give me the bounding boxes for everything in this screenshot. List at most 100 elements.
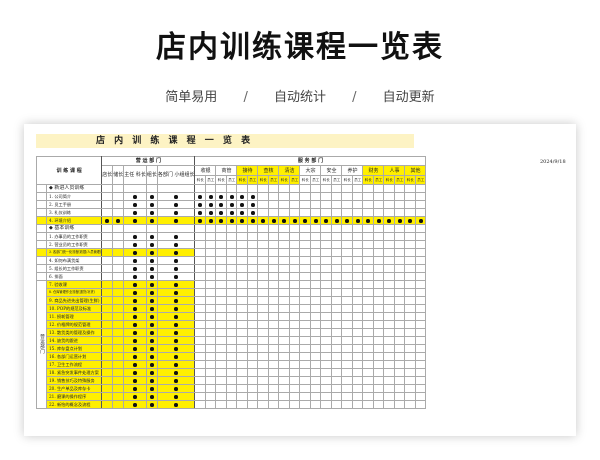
grid-cell	[156, 288, 196, 297]
grid-cell	[310, 184, 322, 193]
grid-cell	[362, 200, 374, 209]
grid-cell	[331, 296, 343, 305]
grid-cell	[320, 224, 332, 233]
grid-cell	[194, 216, 206, 225]
check-dot-icon	[133, 403, 137, 407]
grid-cell	[278, 200, 290, 209]
check-dot-icon	[133, 267, 137, 271]
grid-cell	[226, 328, 238, 337]
course-row: 6. 排面	[36, 272, 427, 281]
grid-cell	[373, 336, 385, 345]
grid-cell	[112, 392, 125, 401]
grid-cell	[268, 208, 280, 217]
course-name: 16. 各部门运营计划	[45, 352, 103, 361]
grid-cell	[257, 216, 269, 225]
grid-cell	[215, 312, 227, 321]
grid-cell	[310, 392, 322, 401]
grid-cell	[373, 224, 385, 233]
grid-cell	[415, 344, 427, 353]
grid-cell	[268, 296, 280, 305]
grid-cell	[278, 248, 290, 257]
grid-cell	[331, 392, 343, 401]
tag-easy: 简单易用	[165, 90, 218, 105]
grid-cell	[299, 304, 311, 313]
grid-cell	[404, 280, 416, 289]
sheet-title: 店 内 训 练 课 程 一 览 表	[36, 134, 414, 148]
check-dot-icon	[150, 243, 154, 247]
grid-cell	[236, 232, 248, 241]
check-dot-icon	[250, 203, 255, 207]
grid-cell	[145, 304, 158, 313]
grid-cell	[145, 192, 158, 201]
grid-cell	[194, 312, 206, 321]
grid-cell	[289, 208, 301, 217]
grid-cell	[205, 328, 217, 337]
grid-cell	[156, 184, 196, 193]
grid-cell	[205, 184, 217, 193]
grid-cell	[320, 368, 332, 377]
grid-cell	[278, 192, 290, 201]
grid-cell	[415, 256, 427, 265]
grid-cell	[373, 216, 385, 225]
check-dot-icon	[150, 203, 154, 207]
grid-cell	[299, 376, 311, 385]
grid-cell	[415, 216, 427, 225]
check-dot-icon	[150, 259, 154, 263]
grid-cell	[101, 328, 114, 337]
grid-cell	[268, 256, 280, 265]
grid-cell	[145, 184, 158, 193]
grid-cell	[394, 232, 406, 241]
course-row: 20. 生产单品及库存卡	[37, 384, 427, 393]
side-label: 营运部门	[36, 280, 47, 409]
grid-cell	[257, 376, 269, 385]
grid-cell	[331, 384, 343, 393]
grid-cell	[331, 192, 343, 201]
grid-cell	[156, 208, 196, 217]
check-dot-icon	[133, 323, 137, 327]
course-row: 2. 营业员的工作职责	[36, 240, 427, 249]
grid-cell	[320, 272, 332, 281]
grid-cell	[362, 296, 374, 305]
grid-cell	[145, 272, 158, 281]
grid-cell	[310, 280, 322, 289]
grid-cell	[278, 256, 290, 265]
grid-cell	[373, 208, 385, 217]
grid-cell	[383, 256, 395, 265]
grid-cell	[289, 344, 301, 353]
grid-cell	[299, 240, 311, 249]
header-svc-dept-name: 大宗	[299, 165, 322, 176]
grid-cell	[289, 224, 301, 233]
grid-cell	[123, 328, 147, 337]
grid-cell	[112, 256, 125, 265]
grid-cell	[194, 360, 206, 369]
grid-cell	[341, 232, 353, 241]
section-title: ◆ 基本训练	[45, 224, 103, 233]
grid-cell	[194, 184, 206, 193]
grid-cell	[362, 328, 374, 337]
grid-cell	[310, 192, 322, 201]
grid-cell	[194, 328, 206, 337]
check-dot-icon	[150, 307, 154, 311]
grid-cell	[404, 384, 416, 393]
grid-cell	[352, 240, 364, 249]
grid-cell	[112, 272, 125, 281]
grid-cell	[362, 376, 374, 385]
grid-cell	[383, 208, 395, 217]
grid-cell	[236, 256, 248, 265]
grid-cell	[145, 392, 158, 401]
grid-cell	[145, 216, 158, 225]
grid-cell	[404, 312, 416, 321]
grid-cell	[247, 272, 259, 281]
grid-cell	[289, 256, 301, 265]
header-op-col: 主任 科长	[123, 165, 147, 185]
grid-cell	[404, 352, 416, 361]
grid-cell	[205, 296, 217, 305]
grid-cell	[236, 384, 248, 393]
grid-cell	[341, 352, 353, 361]
course-row: 3. 礼仪训练	[36, 208, 427, 217]
course-row: 9. 商品先进先出管理(生鲜)	[37, 296, 427, 305]
grid-cell	[215, 400, 227, 409]
grid-cell	[226, 304, 238, 313]
grid-cell	[341, 304, 353, 313]
grid-cell	[226, 352, 238, 361]
